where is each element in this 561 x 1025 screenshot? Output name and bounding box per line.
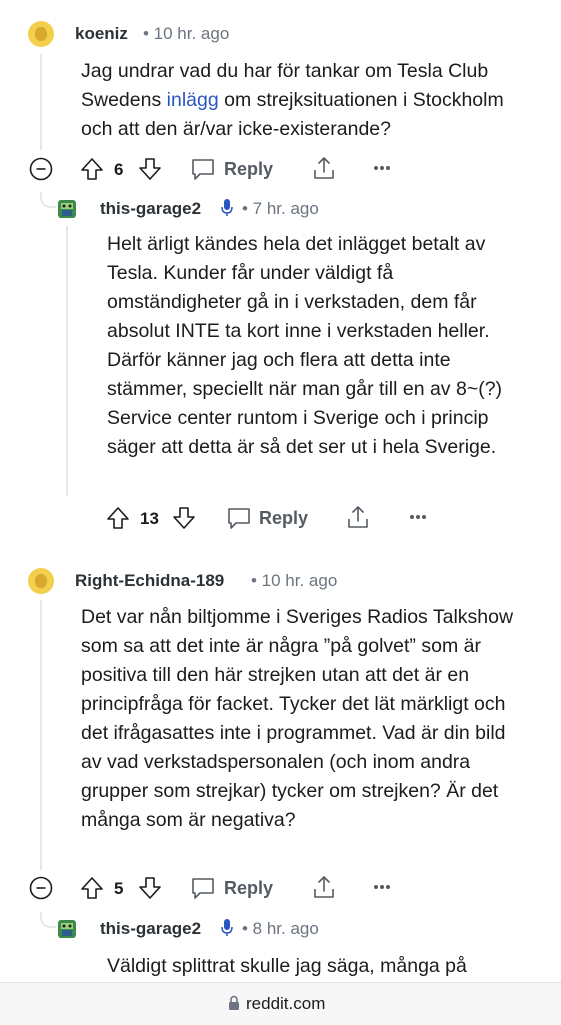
upvote-arrow-icon[interactable] (106, 506, 130, 530)
collapse-minus-icon[interactable] (29, 157, 53, 181)
share-icon[interactable] (311, 874, 337, 900)
avatar-koeniz[interactable] (28, 21, 54, 47)
reply-label: Reply (224, 159, 274, 179)
thread-line[interactable] (66, 226, 68, 496)
thread-elbow (40, 192, 56, 208)
more-dots-icon[interactable] (373, 884, 391, 890)
browser-address-bar[interactable]: reddit.com (0, 982, 561, 1025)
upvote-arrow-icon[interactable] (80, 876, 104, 900)
comment-body: Helt ärligt kändes hela det inlägget bet… (107, 233, 503, 458)
avatar-this-garage2[interactable] (55, 917, 79, 941)
thread-line[interactable] (40, 600, 42, 870)
reply-button[interactable]: Reply (190, 875, 280, 903)
thread-elbow (40, 912, 56, 928)
comment-body: Väldigt splittrat skulle jag säga, många… (107, 955, 467, 977)
collapse-minus-icon[interactable] (29, 876, 53, 900)
vote-count: 5 (114, 879, 124, 898)
avatar-this-garage2[interactable] (55, 197, 79, 221)
reply-button[interactable]: Reply (190, 156, 280, 184)
url-domain[interactable]: reddit.com (246, 994, 325, 1014)
comment-author[interactable]: this-garage2 (100, 199, 201, 219)
vote-count: 13 (140, 509, 159, 528)
comment-timestamp: • 10 hr. ago (251, 571, 338, 590)
comment-body: Det var nån biltjomme i Sveriges Radios … (81, 606, 514, 831)
chat-bubble-icon (226, 506, 252, 530)
vote-count: 6 (114, 160, 124, 179)
comment-author[interactable]: Right-Echidna-189 (75, 571, 224, 591)
downvote-arrow-icon[interactable] (138, 157, 162, 181)
microphone-icon (221, 919, 233, 937)
thread-line[interactable] (40, 54, 42, 150)
chat-bubble-icon (190, 157, 216, 181)
more-dots-icon[interactable] (373, 165, 391, 171)
reply-label: Reply (224, 878, 274, 898)
share-icon[interactable] (345, 504, 371, 530)
comment-body: Jag undrar vad du har för tankar om Tesl… (81, 57, 531, 144)
downvote-arrow-icon[interactable] (172, 506, 196, 530)
comment-link[interactable]: inlägg (167, 89, 219, 111)
comment-timestamp: • 10 hr. ago (143, 24, 230, 43)
share-icon[interactable] (311, 155, 337, 181)
more-dots-icon[interactable] (409, 514, 427, 520)
comment-timestamp: • 8 hr. ago (242, 919, 319, 938)
comment-author[interactable]: koeniz (75, 24, 128, 44)
chat-bubble-icon (190, 876, 216, 900)
reply-label: Reply (259, 508, 309, 528)
microphone-icon (221, 199, 233, 217)
comment-timestamp: • 7 hr. ago (242, 199, 319, 218)
reply-button[interactable]: Reply (226, 505, 316, 533)
comment-author[interactable]: this-garage2 (100, 919, 201, 939)
avatar-right-echidna-189[interactable] (28, 568, 54, 594)
upvote-arrow-icon[interactable] (80, 157, 104, 181)
downvote-arrow-icon[interactable] (138, 876, 162, 900)
lock-icon (228, 995, 240, 1011)
